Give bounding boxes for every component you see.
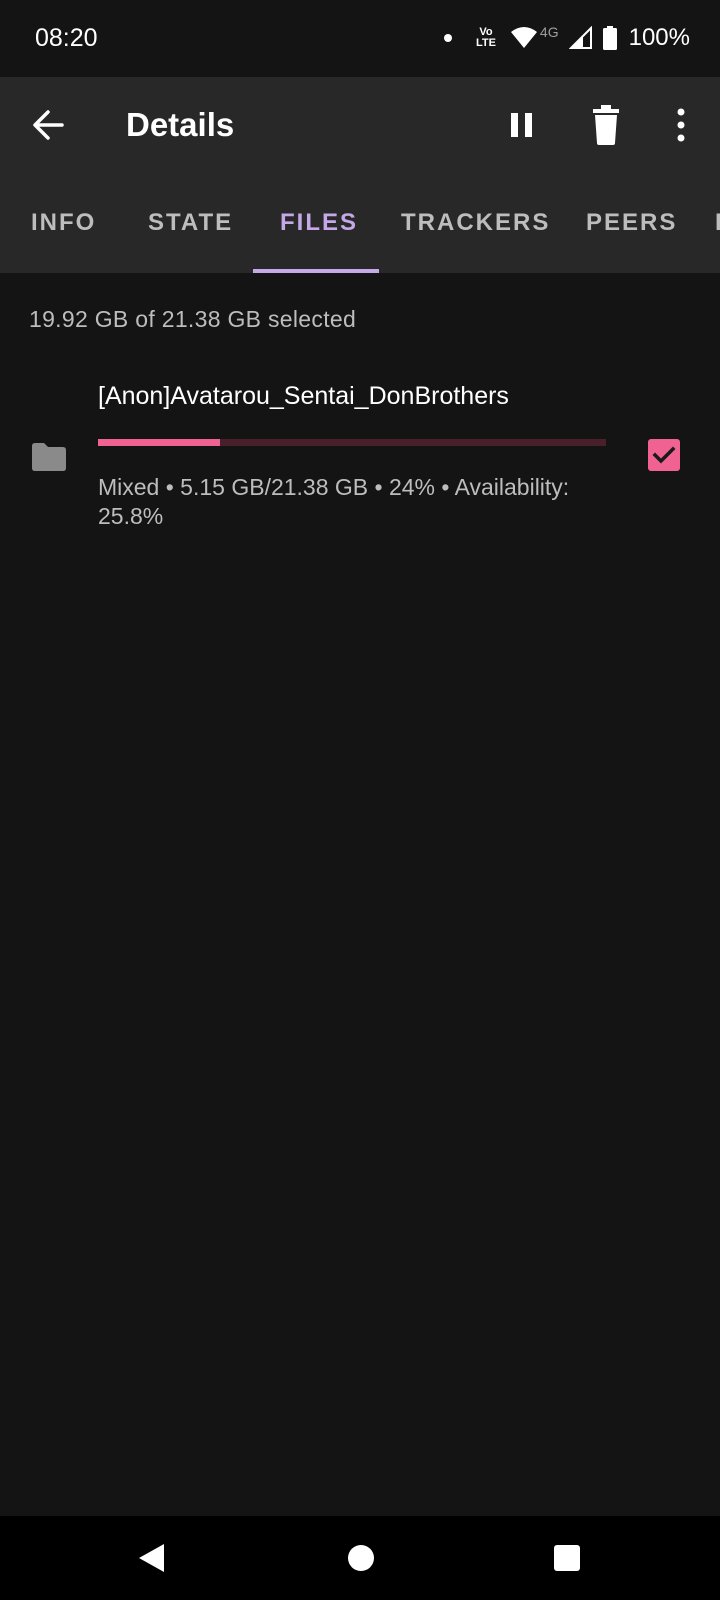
wifi-icon [510,27,537,48]
page-title: Details [126,106,235,143]
system-nav-bar [0,1516,720,1600]
pause-icon[interactable] [502,105,542,145]
app-bar: Details [0,77,720,173]
status-time: 08:20 [35,24,98,52]
file-name: [Anon]Avatarou_Sentai_DonBrothers [98,382,509,410]
status-icons: Vo LTE 4G 100% [443,22,690,54]
volte-bottom-label: LTE [475,37,496,49]
list-item[interactable]: [Anon]Avatarou_Sentai_DonBrothers Mixed … [0,370,720,540]
battery-percent: 100% [628,24,690,51]
cell-signal-icon [568,26,592,49]
download-progress-fill [98,439,220,446]
tab-overflow-partial[interactable]: I [715,209,720,237]
tab-bar: INFO STATE FILES TRACKERS PEERS I [0,173,720,273]
nav-home-icon[interactable] [348,1545,374,1571]
back-arrow-icon[interactable] [26,103,70,147]
notification-dot-icon [443,34,452,42]
file-select-checkbox[interactable] [648,439,680,471]
volte-icon: Vo LTE [476,27,496,49]
tab-files[interactable]: FILES [280,209,358,237]
folder-icon [32,443,66,471]
file-meta: Mixed • 5.15 GB/21.38 GB • 24% • Availab… [98,474,570,529]
battery-icon [602,26,617,50]
checkmark-icon [652,446,676,464]
tab-peers[interactable]: PEERS [586,209,677,237]
active-tab-indicator [253,269,379,273]
network-type-label: 4G [539,24,559,40]
download-progress-bar [98,439,606,446]
more-vert-icon[interactable] [662,103,700,147]
nav-recents-icon[interactable] [554,1545,580,1571]
tab-info[interactable]: INFO [31,209,96,237]
status-bar: 08:20 Vo LTE 4G 100% [0,0,720,77]
nav-back-icon[interactable] [136,1542,166,1574]
tab-state[interactable]: STATE [148,209,233,237]
tab-trackers[interactable]: TRACKERS [401,209,550,237]
delete-icon[interactable] [586,103,626,147]
selection-summary: 19.92 GB of 21.38 GB selected [29,306,357,332]
